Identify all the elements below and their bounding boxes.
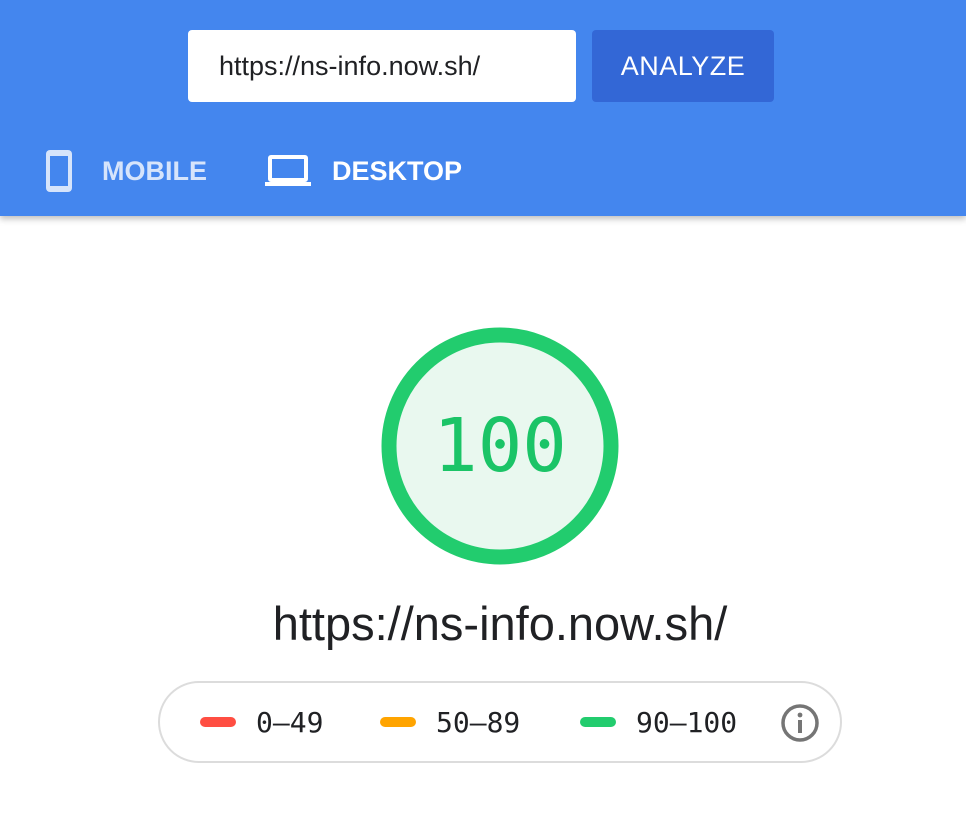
tab-mobile[interactable]: MOBILE [44,146,207,196]
score-gauge: 100 [380,326,620,566]
legend-item-average: 50–89 [380,683,520,761]
legend-item-pass: 90–100 [580,683,737,761]
legend-label-fail: 0–49 [256,705,324,739]
legend-swatch-fail [200,717,236,727]
info-icon[interactable] [780,703,820,748]
tab-desktop-label: DESKTOP [332,155,463,186]
header-bar: ANALYZE MOBILE DESKTOP [0,0,966,216]
smartphone-icon [44,148,74,194]
analyze-button[interactable]: ANALYZE [592,30,774,102]
url-input[interactable] [188,30,576,102]
tab-desktop[interactable]: DESKTOP [264,146,462,196]
tab-mobile-label: MOBILE [102,155,207,186]
laptop-icon [264,154,312,188]
legend-swatch-average [380,717,416,727]
score-value: 100 [433,403,567,489]
legend-label-average: 50–89 [436,705,521,739]
legend-swatch-pass [580,717,616,727]
score-legend: 0–49 50–89 90–100 [158,681,842,763]
legend-label-pass: 90–100 [636,705,738,739]
report-url: https://ns-info.now.sh/ [272,597,728,650]
legend-item-fail: 0–49 [200,683,323,761]
